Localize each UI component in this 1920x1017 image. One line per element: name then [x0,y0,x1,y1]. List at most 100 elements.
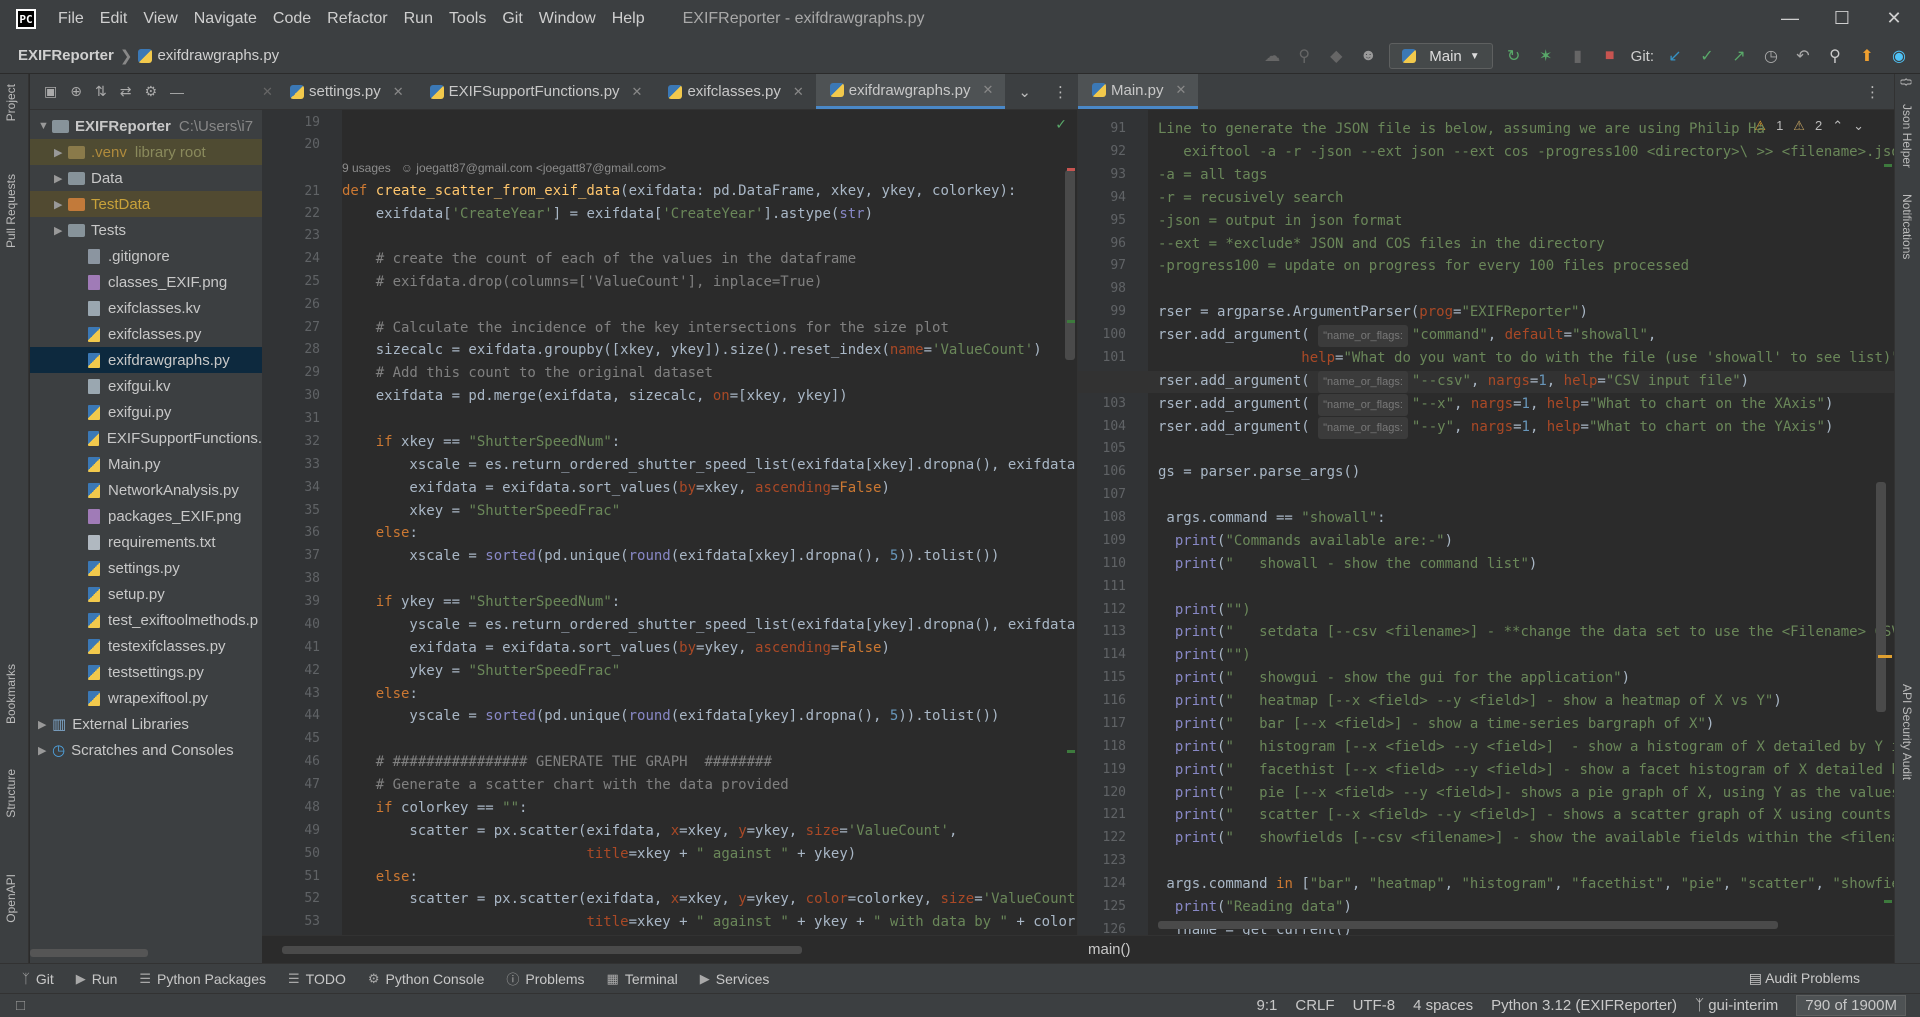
locate-file-icon[interactable]: ⊕ [70,83,82,100]
tool-tab-structure[interactable]: Structure [4,769,18,818]
audit-problems-button[interactable]: ▤ Audit Problems [1749,970,1860,987]
git-update-icon[interactable]: ↙ [1664,45,1686,67]
menu-navigate[interactable]: Navigate [186,10,265,28]
stop-icon[interactable]: ■ [1599,45,1621,67]
tree-item-networkanalysis-py[interactable]: NetworkAnalysis.py [30,477,262,503]
tool-services[interactable]: ▶ Services [700,971,770,987]
menu-window[interactable]: Window [531,10,604,28]
close-icon[interactable]: ✕ [262,74,276,109]
tool-run[interactable]: ▶ Run [76,971,118,987]
expand-all-icon[interactable]: ⇅ [95,83,107,100]
rollback-icon[interactable]: ↶ [1792,45,1814,67]
editor-left-v-scrollbar[interactable] [1065,170,1075,360]
caret-position[interactable]: 9:1 [1257,997,1278,1014]
menu-git[interactable]: Git [494,10,530,28]
tree-item-packages-exif-png[interactable]: packages_EXIF.png [30,503,262,529]
tree-item-exifclasses-kv[interactable]: exifclasses.kv [30,295,262,321]
collapse-all-icon[interactable]: ⇄ [120,83,132,100]
tree-item-exifclasses-py[interactable]: exifclasses.py [30,321,262,347]
tool-git[interactable]: ᛉ Git [22,971,54,987]
tree-item-exifdrawgraphs-py[interactable]: exifdrawgraphs.py [30,347,262,373]
app-logo-icon[interactable]: PC [16,9,36,29]
inspection-widget[interactable]: ⚠ 1 ⚠ 2 ⌃ ⌄ [1754,118,1864,134]
indent-setting[interactable]: 4 spaces [1413,997,1473,1014]
tab-exifdrawgraphs-py[interactable]: exifdrawgraphs.py ✕ [815,74,1006,109]
tree-root[interactable]: ▼ EXIFReporter C:\Users\i7 [30,113,262,139]
close-icon[interactable]: ✕ [393,84,404,100]
tool-tab-notifications[interactable]: Notifications [1900,194,1914,259]
memory-indicator[interactable]: 790 of 1900M [1796,995,1906,1016]
tree-item-test-exiftoolmethods[interactable]: test_exiftoolmethods.p [30,607,262,633]
git-push-icon[interactable]: ↗ [1728,45,1750,67]
tree-item-testdata[interactable]: ▶ TestData [30,191,262,217]
tool-tab-bookmarks[interactable]: Bookmarks [4,664,18,724]
tree-item-gitignore[interactable]: .gitignore [30,243,262,269]
search-icon[interactable]: ⚲ [1824,45,1846,67]
more-icon[interactable]: ⋮ [1851,74,1894,109]
breadcrumb-file[interactable]: exifdrawgraphs.py [157,47,279,64]
search-everywhere-icon[interactable]: ⚲ [1293,45,1315,67]
tool-tab-json-helper[interactable]: Json Helper [1900,104,1914,168]
tool-terminal[interactable]: ▦ Terminal [607,971,678,987]
tree-item-exifgui-py[interactable]: exifgui.py [30,399,262,425]
python-interpreter[interactable]: Python 3.12 (EXIFReporter) [1491,997,1677,1014]
usages-hint[interactable]: 9 usages ☺ joegatt87@gmail.com <joegatt8… [342,161,666,175]
maximize-icon[interactable]: ☐ [1816,0,1868,38]
panel-options-icon[interactable]: ▣ [44,83,57,100]
tool-todo[interactable]: ☰ TODO [288,971,346,987]
chevron-down-icon[interactable]: ⌄ [1006,74,1043,109]
close-icon[interactable]: ✕ [1868,0,1920,38]
tree-item-setup-py[interactable]: setup.py [30,581,262,607]
update-icon[interactable]: ⬆ [1856,45,1878,67]
tree-item-exifsupportfunctions[interactable]: EXIFSupportFunctions. [30,425,262,451]
menu-file[interactable]: File [50,10,92,28]
tree-item-venv[interactable]: ▶ .venv library root [30,139,262,165]
shield-icon[interactable]: ◆ [1325,45,1347,67]
tool-tab-openapi[interactable]: OpenAPI [4,874,18,923]
menu-help[interactable]: Help [604,10,653,28]
tool-tab-project[interactable]: Project [4,84,18,121]
close-icon[interactable]: ✕ [982,82,993,98]
menu-run[interactable]: Run [396,10,441,28]
minimize-icon[interactable]: — [1764,0,1816,38]
jetbrains-ai-icon[interactable]: ◉ [1888,45,1910,67]
close-icon[interactable]: ✕ [1176,82,1187,98]
cloud-icon[interactable]: ☁ [1261,45,1283,67]
file-encoding[interactable]: UTF-8 [1353,997,1396,1014]
tool-tab-api-security-audit[interactable]: API Security Audit [1900,684,1914,780]
coverage-icon[interactable]: ▮ [1567,45,1589,67]
tree-item-testsettings-py[interactable]: testsettings.py [30,659,262,685]
run-configuration-select[interactable]: Main ▼ [1389,43,1493,69]
breadcrumb-project[interactable]: EXIFReporter [18,47,114,64]
menu-edit[interactable]: Edit [92,10,136,28]
menu-code[interactable]: Code [265,10,319,28]
tree-scratches[interactable]: ▶ ◷ Scratches and Consoles [30,737,262,763]
tree-item-exifgui-kv[interactable]: exifgui.kv [30,373,262,399]
editor-right-v-scrollbar[interactable] [1876,482,1886,712]
project-h-scrollbar[interactable] [30,949,148,957]
editor-breadcrumb[interactable]: main() [1078,935,1894,963]
editor-left-h-scrollbar[interactable] [282,946,802,954]
tree-item-tests[interactable]: ▶ Tests [30,217,262,243]
tree-item-main-py[interactable]: Main.py [30,451,262,477]
tree-item-classes-exif-png[interactable]: classes_EXIF.png [30,269,262,295]
more-icon[interactable]: ⋮ [1043,74,1078,109]
gear-icon[interactable]: ⚙ [144,83,157,100]
editor-gutter[interactable]: 19 20 21 22 23 24 25 26 27 28 29 30 31 3… [262,110,342,935]
tree-item-testexifclasses-py[interactable]: testexifclasses.py [30,633,262,659]
close-icon[interactable]: ✕ [793,84,804,100]
menu-refactor[interactable]: Refactor [319,10,395,28]
tool-tab-pull-requests[interactable]: Pull Requests [4,174,18,248]
debug-icon[interactable]: ✶ [1535,45,1557,67]
chevron-up-icon[interactable]: ⌃ [1832,118,1843,134]
editor-right-h-scrollbar[interactable] [1158,921,1778,929]
tab-exifsupportfunctions-py[interactable]: EXIFSupportFunctions.py ✕ [416,74,655,109]
tree-item-wrapexiftool-py[interactable]: wrapexiftool.py [30,685,262,711]
close-icon[interactable]: ✕ [632,84,643,100]
menu-tools[interactable]: Tools [441,10,494,28]
tree-item-data[interactable]: ▶ Data [30,165,262,191]
panel-toggle-icon[interactable]: □ [16,997,25,1014]
json-helper-icon[interactable]: {} [1900,78,1914,86]
code-editor-right[interactable]: 91 92 93 94 95 96 97 98 99 100 101 102 1… [1078,110,1894,935]
git-commit-icon[interactable]: ✓ [1696,45,1718,67]
